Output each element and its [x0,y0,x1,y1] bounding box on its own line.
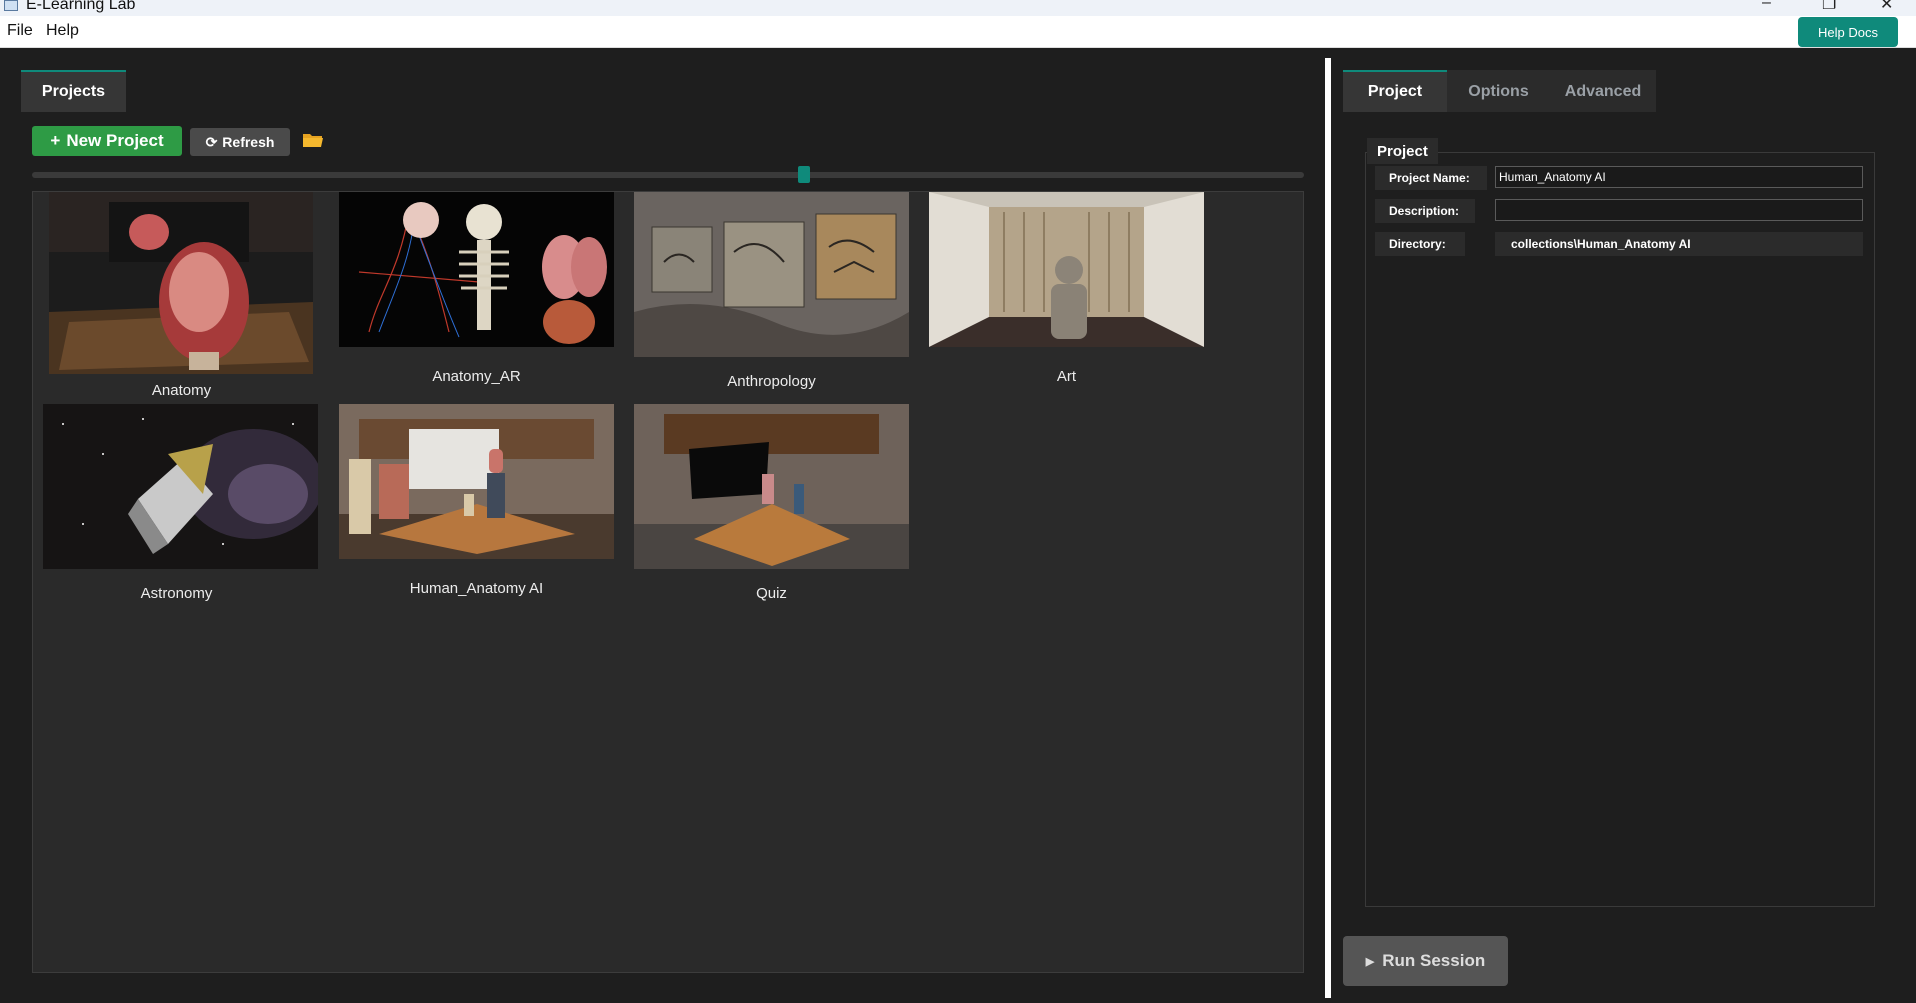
tab-project[interactable]: Project [1343,70,1447,112]
new-project-button[interactable]: + New Project [32,126,182,156]
tab-advanced[interactable]: Advanced [1550,70,1656,112]
menu-help[interactable]: Help [46,22,79,40]
tab-options[interactable]: Options [1447,70,1550,112]
project-thumbnail [43,404,318,569]
zoom-slider-track[interactable] [32,172,1304,178]
zoom-slider-handle[interactable] [798,166,810,183]
project-thumbnail [634,404,909,569]
description-label: Description: [1375,199,1475,223]
title-bar: E-Learning Lab – ❐ ✕ [0,0,1916,16]
details-pane: Project Options Advanced Project Project… [1331,48,1916,1003]
project-thumbnail [49,192,313,374]
project-name: Quiz [756,585,787,602]
open-folder-icon[interactable] [302,132,324,148]
play-icon: ▶ [1365,955,1375,968]
project-name: Astronomy [140,585,213,602]
refresh-button[interactable]: ⟳ Refresh [190,128,290,156]
project-name: Anthropology [727,373,816,390]
run-session-button[interactable]: ▶ Run Session [1343,936,1508,986]
project-thumbnail [339,192,614,347]
new-project-label: New Project [66,131,164,150]
project-name: Anatomy [151,382,212,399]
refresh-icon: ⟳ [205,133,218,150]
project-thumbnail [634,192,909,357]
window-title: E-Learning Lab [26,0,136,13]
projects-pane: Projects + New Project ⟳ Refresh Anatomy… [0,48,1325,1003]
restore-icon[interactable]: ❐ [1822,0,1836,14]
plus-icon: + [50,131,61,150]
refresh-label: Refresh [222,134,275,150]
project-grid: Anatomy Anatomy_AR Anthropology Art Astr… [32,191,1304,973]
close-icon[interactable]: ✕ [1880,0,1893,14]
project-thumbnail [929,192,1204,347]
project-name: Human_Anatomy AI [409,580,544,597]
minimize-icon[interactable]: – [1762,0,1771,12]
directory-label: Directory: [1375,232,1465,256]
run-session-label: Run Session [1382,951,1486,970]
project-group [1365,152,1875,907]
project-name-label: Project Name: [1375,166,1487,190]
project-name-input[interactable]: Human_Anatomy AI [1495,166,1863,188]
app-icon [4,0,18,11]
tab-projects[interactable]: Projects [21,70,126,112]
project-name: Anatomy_AR [432,368,521,385]
group-title: Project [1367,138,1438,164]
description-input[interactable] [1495,199,1863,221]
help-docs-button[interactable]: Help Docs [1798,17,1898,47]
menu-bar: File Help Help Docs [0,16,1916,48]
project-name: Art [1056,368,1077,385]
project-thumbnail [339,404,614,559]
directory-value: collections\Human_Anatomy AI [1495,232,1863,256]
menu-file[interactable]: File [7,22,33,40]
